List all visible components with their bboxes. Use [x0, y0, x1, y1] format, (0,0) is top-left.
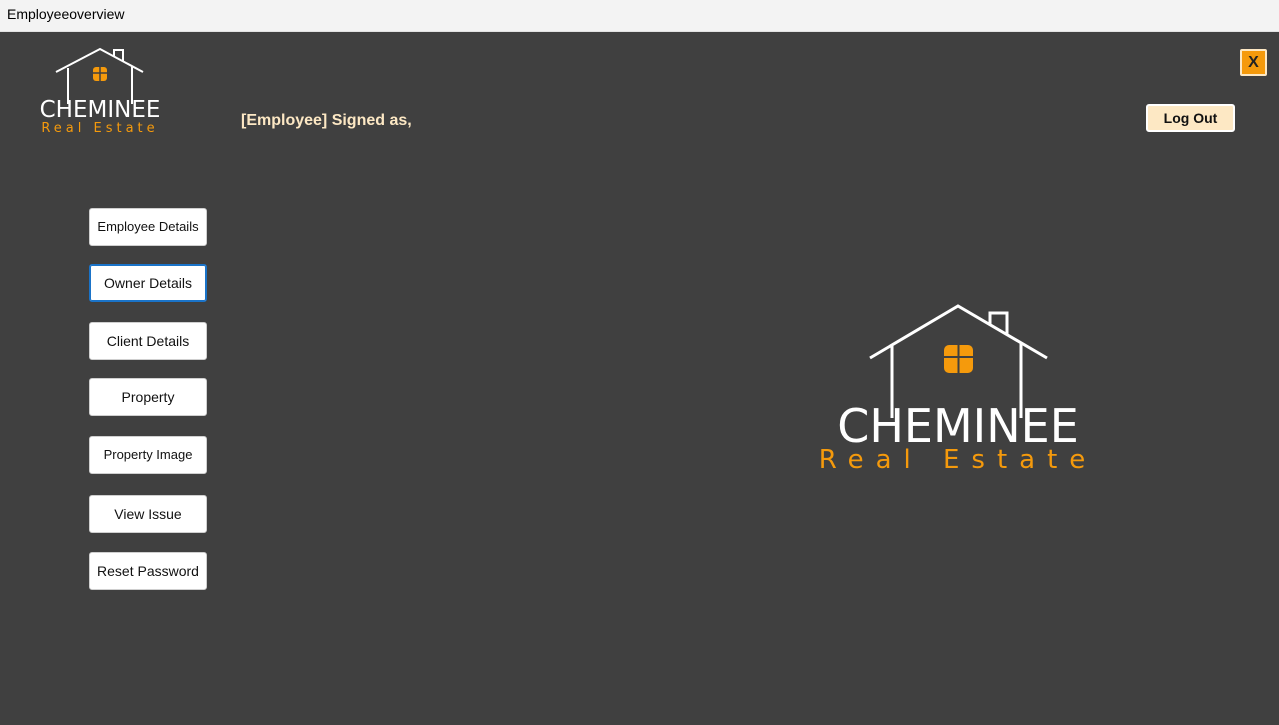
svg-text:Real Estate: Real Estate: [41, 121, 158, 134]
window-title: Employeeoverview: [7, 6, 125, 22]
employee-details-button[interactable]: Employee Details: [89, 208, 207, 246]
close-button[interactable]: X: [1240, 49, 1267, 76]
logout-button[interactable]: Log Out: [1146, 104, 1235, 132]
client-details-button[interactable]: Client Details: [89, 322, 207, 360]
property-button[interactable]: Property: [89, 378, 207, 416]
brand-logo-large: CHEMINEE Real Estate: [819, 304, 1098, 474]
reset-password-button[interactable]: Reset Password: [89, 552, 207, 590]
owner-details-button[interactable]: Owner Details: [89, 264, 207, 302]
view-issue-button[interactable]: View Issue: [89, 495, 207, 533]
brand-logo-small: CHEMINEE Real Estate: [40, 47, 161, 134]
property-image-button[interactable]: Property Image: [89, 436, 207, 474]
svg-text:Real Estate: Real Estate: [819, 445, 1098, 474]
signed-in-label: [Employee] Signed as,: [241, 112, 412, 129]
main-panel: CHEMINEE Real Estate [Employee] Signed a…: [0, 32, 1279, 725]
svg-text:CHEMINEE: CHEMINEE: [40, 97, 161, 123]
window-titlebar: Employeeoverview: [0, 0, 1279, 32]
